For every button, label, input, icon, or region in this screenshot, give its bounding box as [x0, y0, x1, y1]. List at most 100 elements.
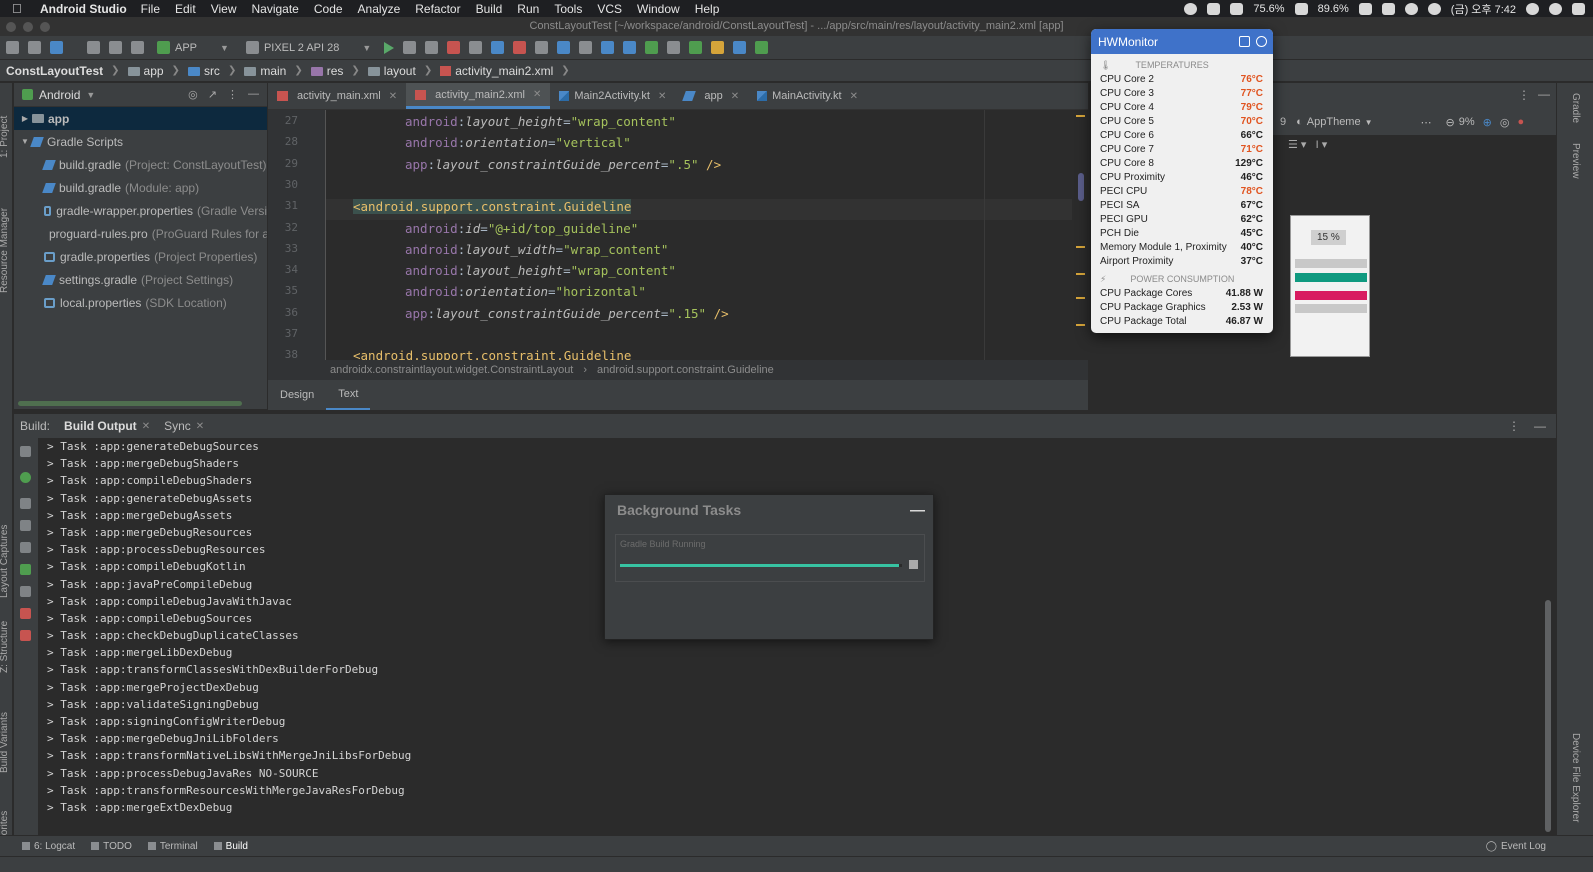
horizontal-scrollbar[interactable]: [18, 401, 242, 406]
sdk-manager-icon[interactable]: [601, 41, 615, 54]
run-icon[interactable]: [384, 41, 395, 54]
preview-widget[interactable]: [1295, 291, 1367, 300]
menu-item-file[interactable]: File: [141, 2, 160, 16]
close-icon[interactable]: ✕: [533, 89, 541, 100]
forward-icon[interactable]: [109, 41, 122, 54]
tool-window-layout-captures[interactable]: Layout Captures: [0, 525, 10, 598]
tree-item[interactable]: ▶ app: [14, 107, 267, 130]
gear-icon[interactable]: [1256, 36, 1267, 47]
tool-window-resource-manager[interactable]: Resource Manager: [0, 208, 10, 293]
save-icon[interactable]: [28, 41, 41, 54]
menu-item-code[interactable]: Code: [314, 2, 343, 16]
tab-main2activity-kt[interactable]: Main2Activity.kt ✕: [550, 83, 675, 109]
options-icon[interactable]: ⋮: [1508, 419, 1520, 433]
breadcrumb-item[interactable]: res: [310, 64, 343, 78]
tool-window-gradle[interactable]: Gradle: [1570, 93, 1581, 123]
xml-breadcrumb-item[interactable]: android.support.constraint.Guideline: [597, 364, 774, 376]
print-icon[interactable]: [20, 586, 31, 597]
bat-icon[interactable]: [1358, 2, 1372, 15]
close-icon[interactable]: ✕: [731, 91, 739, 102]
xml-breadcrumb-item[interactable]: androidx.constraintlayout.widget.Constra…: [330, 364, 573, 376]
breadcrumb-item[interactable]: layout: [367, 64, 416, 78]
warning-marker[interactable]: [1076, 115, 1085, 117]
zoom-fit-icon[interactable]: ◎: [1500, 116, 1510, 129]
cpu-usage[interactable]: 75.6%: [1253, 3, 1284, 15]
location-icon[interactable]: [1207, 2, 1221, 15]
menu-item-window[interactable]: Window: [637, 2, 680, 16]
editor-scroll-thumb[interactable]: [1078, 173, 1084, 201]
tool-button-build[interactable]: Build: [213, 841, 248, 852]
close-icon[interactable]: ✕: [389, 91, 397, 102]
tool-window-build-variants[interactable]: Build Variants: [0, 712, 10, 773]
overflow-icon[interactable]: ⋯: [1421, 116, 1432, 129]
tab-design[interactable]: Design: [268, 381, 326, 409]
make-project-icon[interactable]: [131, 41, 144, 54]
tool-button-todo[interactable]: TODO: [91, 841, 132, 852]
warning-marker[interactable]: [1076, 273, 1085, 275]
code-editor[interactable]: 27 28 29 30 31 32 33 34 35 36 37 38 android:layout_…: [268, 110, 1088, 360]
tool-window-z-structure[interactable]: Z: Structure: [0, 621, 10, 673]
up-arrow-icon[interactable]: [20, 498, 31, 509]
zoom-out-icon[interactable]: ⊖: [1446, 116, 1455, 129]
options-icon[interactable]: ⋮: [1518, 88, 1530, 102]
chevron-right-icon[interactable]: ▶: [18, 114, 32, 123]
locate-icon[interactable]: ◎: [188, 88, 198, 101]
chart-icon[interactable]: [1239, 36, 1250, 47]
apple-icon[interactable]: : [12, 1, 30, 16]
tree-item[interactable]: settings.gradle (Project Settings): [14, 268, 267, 291]
breadcrumb-item[interactable]: main: [244, 64, 286, 78]
device-select[interactable]: PIXEL 2 API 28 ▼: [241, 41, 376, 54]
siri-icon[interactable]: [1549, 2, 1562, 15]
tool-window-1-project[interactable]: 1: Project: [0, 116, 10, 158]
menu-item-analyze[interactable]: Analyze: [358, 2, 401, 16]
filter-icon[interactable]: [20, 564, 31, 575]
tab-text[interactable]: Text: [326, 380, 371, 410]
app-menu[interactable]: Android Studio: [40, 2, 127, 16]
editor-scrollbar[interactable]: [1072, 110, 1088, 360]
menu-item-help[interactable]: Help: [695, 2, 720, 16]
preview-widget[interactable]: [1295, 304, 1367, 313]
menu-item-vcs[interactable]: VCS: [597, 2, 622, 16]
terminal-icon[interactable]: [645, 41, 659, 54]
options-icon[interactable]: ⋮: [227, 88, 238, 101]
tree-item[interactable]: ▼ Gradle Scripts: [14, 130, 267, 153]
menu-item-run[interactable]: Run: [517, 2, 539, 16]
menu-item-tools[interactable]: Tools: [554, 2, 582, 16]
warning-marker[interactable]: [1076, 246, 1085, 248]
sync-icon[interactable]: [50, 41, 63, 54]
menu-item-edit[interactable]: Edit: [175, 2, 196, 16]
coverage-icon[interactable]: [469, 41, 483, 54]
tool-button-6-logcat[interactable]: 6: Logcat: [22, 841, 75, 852]
warning-marker[interactable]: [1076, 324, 1085, 326]
plugin-icon[interactable]: [755, 41, 769, 54]
bluetooth-icon[interactable]: [1427, 2, 1441, 15]
menu-item-build[interactable]: Build: [476, 2, 503, 16]
device-manager-icon[interactable]: [733, 41, 747, 54]
keyboard-icon[interactable]: [1381, 2, 1395, 15]
soft-wrap-icon[interactable]: [20, 542, 31, 553]
hwmonitor-icon[interactable]: [1230, 2, 1244, 15]
down-arrow-icon[interactable]: [20, 520, 31, 531]
tool-window-device-file-explorer[interactable]: Device File Explorer: [1570, 733, 1581, 822]
tab-build-output[interactable]: Build Output ✕: [64, 419, 150, 433]
debug-icon[interactable]: [447, 41, 461, 54]
profile-icon[interactable]: [491, 41, 505, 54]
preview-widget[interactable]: [1295, 273, 1367, 282]
battery-level[interactable]: 89.6%: [1318, 3, 1349, 15]
tab-app[interactable]: app ✕: [675, 83, 748, 109]
breadcrumb-item[interactable]: src: [187, 64, 220, 78]
close-icon[interactable]: ✕: [142, 421, 150, 432]
breadcrumb-item[interactable]: activity_main2.xml: [440, 64, 553, 78]
api-level-select[interactable]: 9: [1280, 116, 1286, 128]
tab-sync[interactable]: Sync ✕: [164, 419, 204, 433]
zoom-window-button[interactable]: [40, 22, 50, 32]
toggle-view-icon[interactable]: [20, 472, 31, 483]
tree-item[interactable]: build.gradle (Module: app): [14, 176, 267, 199]
tool-button-terminal[interactable]: Terminal: [147, 841, 198, 852]
minimize-icon[interactable]: —: [910, 502, 925, 519]
tree-item[interactable]: build.gradle (Project: ConstLayoutTest): [14, 153, 267, 176]
device-blueprint[interactable]: 15 %: [1290, 215, 1370, 357]
apply-code-changes-icon[interactable]: [425, 41, 439, 54]
event-log-button[interactable]: ◯ Event Log: [1486, 841, 1546, 852]
record-icon[interactable]: [1184, 2, 1198, 15]
